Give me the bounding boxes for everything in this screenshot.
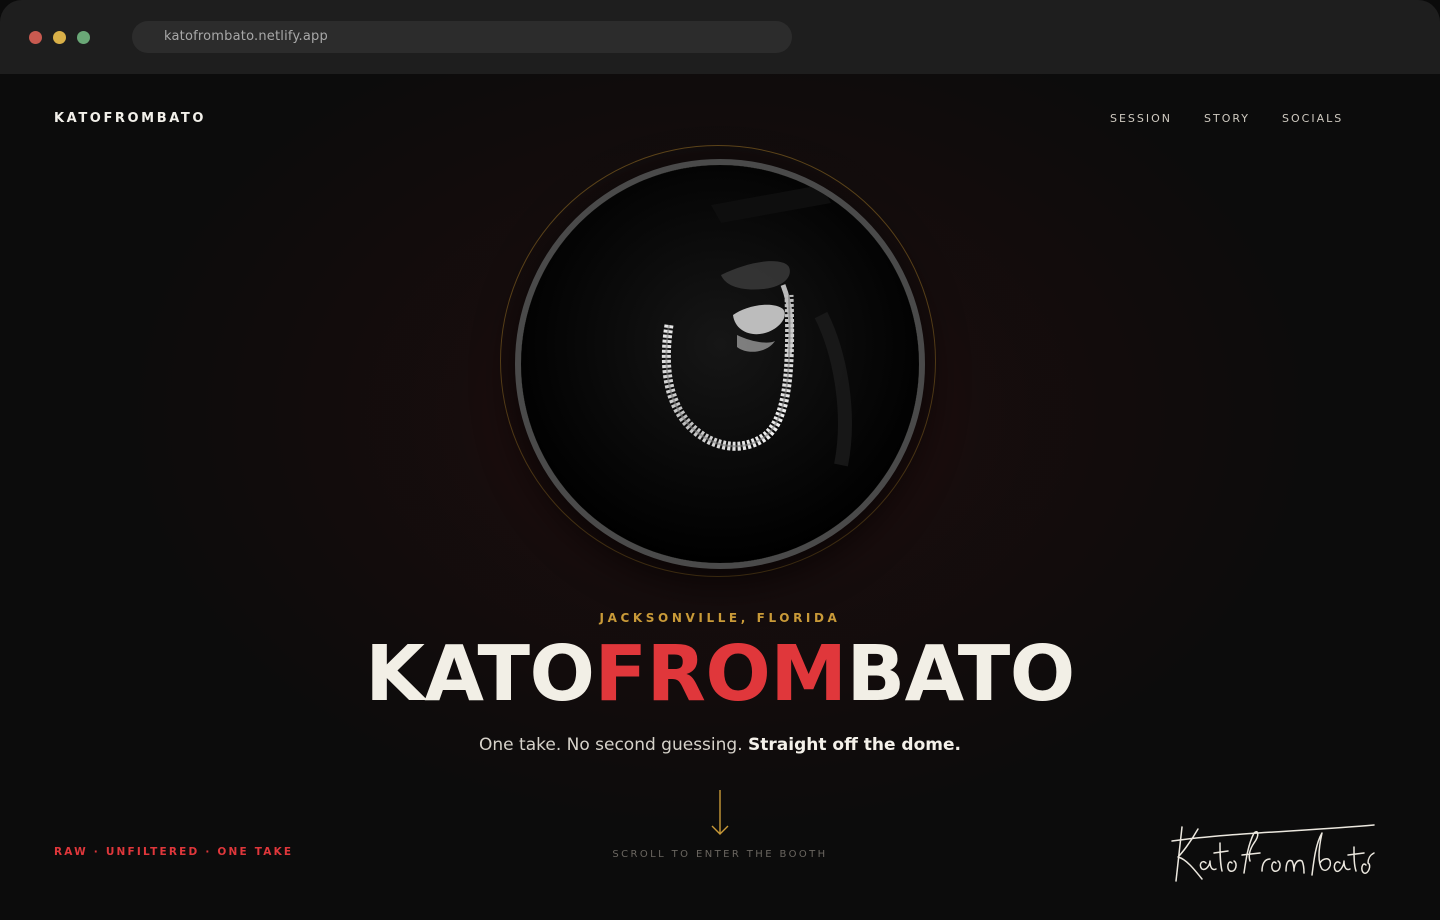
site-logo[interactable]: KATOFROMBATO	[54, 111, 206, 126]
nav-link-story[interactable]: STORY	[1204, 112, 1250, 125]
browser-window: katofrombato.netlify.app KATOFROMBATO SE…	[0, 0, 1440, 920]
hero-title-kato: KATO	[365, 630, 595, 719]
close-window-button[interactable]	[29, 31, 42, 44]
hero-title-bato: BATO	[846, 630, 1075, 719]
nav-link-socials[interactable]: SOCIALS	[1282, 112, 1343, 125]
hero-tagline: One take. No second guessing. Straight o…	[0, 735, 1440, 755]
browser-chrome: katofrombato.netlify.app	[0, 0, 1440, 74]
tagline-bold: Straight off the dome.	[748, 735, 961, 755]
signature-logo	[1171, 824, 1375, 882]
portrait-photo	[515, 159, 925, 569]
location-label: JACKSONVILLE, FLORIDA	[599, 611, 841, 625]
address-bar-url: katofrombato.netlify.app	[164, 29, 328, 44]
maximize-window-button[interactable]	[77, 31, 90, 44]
hero-title-from: FROM	[594, 630, 847, 719]
tagline-plain: One take. No second guessing.	[479, 735, 743, 755]
page-content: KATOFROMBATO SESSION STORY SOCIALS JACKS…	[0, 74, 1440, 920]
portrait-illustration	[521, 165, 919, 563]
address-bar[interactable]: katofrombato.netlify.app	[132, 21, 792, 53]
raw-unfiltered-label: RAW · UNFILTERED · ONE TAKE	[54, 846, 294, 858]
nav-link-session[interactable]: SESSION	[1110, 112, 1172, 125]
arrow-down-icon[interactable]	[708, 788, 732, 838]
hero-title: KATOFROMBATO	[0, 630, 1440, 720]
minimize-window-button[interactable]	[53, 31, 66, 44]
